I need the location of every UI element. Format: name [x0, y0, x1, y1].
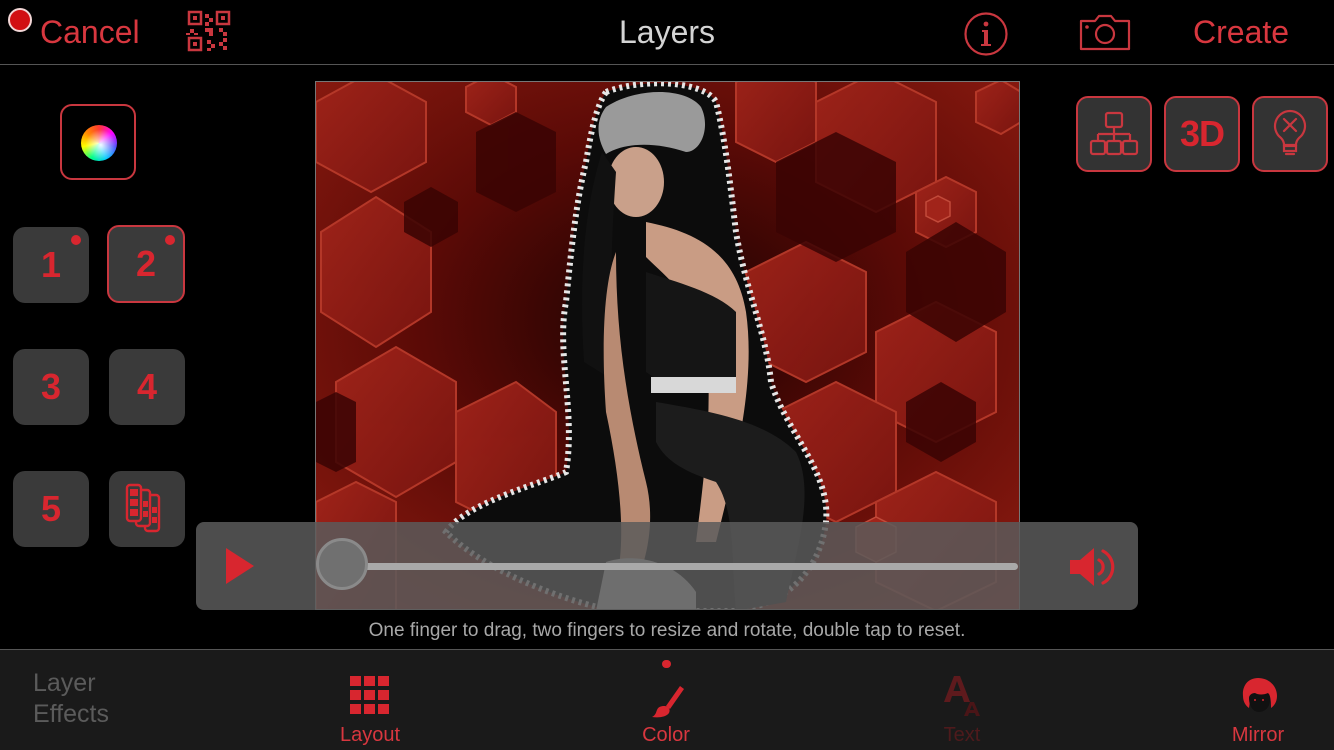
layer-2-button[interactable]: 2 — [107, 225, 185, 303]
qr-code-icon[interactable] — [186, 9, 232, 53]
tab-label: Color — [642, 724, 690, 746]
layer-4-button[interactable]: 4 — [109, 349, 185, 425]
tab-layout[interactable]: Layout — [300, 650, 440, 750]
layer-content-dot — [71, 235, 81, 245]
tab-label: Layout — [339, 724, 401, 746]
hierarchy-button[interactable] — [1076, 96, 1152, 172]
layer-stack-icon — [125, 483, 161, 533]
page-title: Layers — [618, 14, 716, 50]
layer-3-button[interactable]: 3 — [13, 349, 89, 425]
layer-stack-button[interactable] — [109, 471, 185, 547]
layer-label: 5 — [40, 488, 62, 529]
layer-label: 4 — [136, 366, 158, 407]
tab-label: Mirror — [1231, 724, 1285, 746]
play-icon[interactable] — [224, 546, 256, 586]
layer-effects-line-1: Layer — [33, 669, 96, 697]
grid-icon — [350, 676, 389, 714]
info-icon[interactable] — [963, 11, 1009, 57]
face-icon — [1242, 678, 1277, 712]
playback-track[interactable] — [346, 563, 1018, 570]
layer-label: 2 — [135, 243, 157, 284]
media-player-bar — [196, 522, 1138, 610]
layer-content-dot — [165, 235, 175, 245]
tab-text[interactable]: Text — [892, 650, 1032, 750]
layer-label: 3 — [40, 366, 62, 407]
3d-label: 3D — [1179, 113, 1225, 154]
tab-mirror[interactable]: Mirror — [1188, 650, 1328, 750]
layer-label: 1 — [40, 244, 62, 285]
playback-slider-thumb[interactable] — [316, 538, 368, 590]
speaker-icon[interactable] — [1068, 546, 1116, 588]
color-wheel-icon — [81, 125, 117, 161]
camera-icon[interactable] — [1078, 12, 1132, 52]
cancel-button[interactable]: Cancel — [40, 14, 140, 51]
layer-5-button[interactable]: 5 — [13, 471, 89, 547]
gesture-hint: One finger to drag, two fingers to resiz… — [368, 620, 966, 641]
bottom-tab-bar: Layer Effects Layout Color Text Mirror — [0, 649, 1334, 750]
color-picker-button[interactable] — [60, 104, 136, 180]
layer-effects-button[interactable]: Layer Effects — [33, 668, 109, 730]
layer-effects-line-2: Effects — [33, 700, 109, 728]
record-indicator-icon — [8, 8, 32, 32]
layer-1-button[interactable]: 1 — [13, 227, 89, 303]
color-tab-badge-dot — [662, 660, 670, 668]
3d-button[interactable]: 3D — [1164, 96, 1240, 172]
top-bar: Cancel Layers Create — [0, 0, 1334, 65]
create-button[interactable]: Create — [1193, 14, 1289, 51]
text-size-icon — [944, 676, 980, 716]
hierarchy-icon — [1089, 111, 1139, 156]
lightbulb-off-icon — [1273, 109, 1307, 156]
tab-label: Text — [943, 724, 981, 746]
lightbulb-off-button[interactable] — [1252, 96, 1328, 172]
